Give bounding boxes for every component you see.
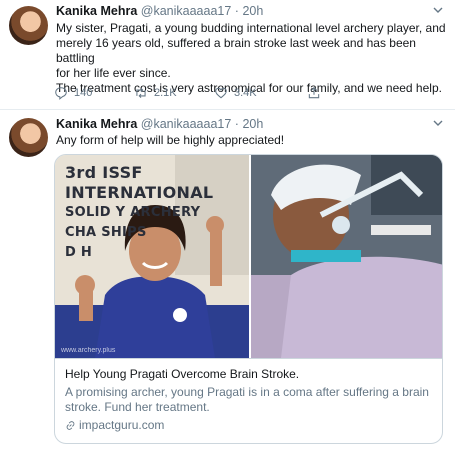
- tweet-1[interactable]: Kanika Mehra @kanikaaaaa17 · 20h My sist…: [0, 0, 455, 110]
- card-domain-text: impactguru.com: [79, 418, 165, 432]
- poster-line: SOLID Y ARCHERY: [65, 205, 201, 220]
- timestamp[interactable]: 20h: [242, 117, 263, 131]
- tweet-2[interactable]: Kanika Mehra @kanikaaaaa17 · 20h Any for…: [0, 110, 455, 450]
- tweet-actions: 140 2.1K 3.4K: [54, 86, 384, 102]
- reply-count: 140: [74, 87, 93, 99]
- avatar[interactable]: [9, 6, 48, 45]
- card-description: A promising archer, young Pragati is in …: [65, 385, 434, 415]
- share-button[interactable]: [307, 86, 321, 100]
- author-handle[interactable]: @kanikaaaaa17: [141, 4, 232, 18]
- reply-button[interactable]: 140: [54, 86, 92, 100]
- like-icon: [215, 87, 227, 99]
- retweet-button[interactable]: 2.1K: [134, 86, 177, 100]
- like-button[interactable]: 3.4K: [214, 86, 257, 100]
- chevron-down-icon[interactable]: [433, 119, 443, 129]
- card-image[interactable]: 3rd ISSF INTERNATIONAL SOLID Y ARCHERY C…: [55, 155, 442, 358]
- separator: ·: [234, 117, 239, 131]
- timestamp[interactable]: 20h: [242, 4, 263, 18]
- link-card[interactable]: 3rd ISSF INTERNATIONAL SOLID Y ARCHERY C…: [54, 154, 443, 444]
- poster-line: INTERNATIONAL: [65, 183, 214, 202]
- hospital-photo-art: [251, 155, 442, 358]
- tweet-text-line: merely 16 years old, suffered a brain st…: [56, 36, 416, 65]
- author-handle[interactable]: @kanikaaaaa17: [141, 117, 232, 131]
- avatar[interactable]: [9, 118, 48, 157]
- retweet-count: 2.1K: [154, 87, 177, 99]
- retweet-icon: [136, 87, 146, 99]
- like-count: 3.4K: [234, 87, 257, 99]
- author-name[interactable]: Kanika Mehra: [56, 4, 137, 18]
- poster-line: D H: [65, 245, 93, 260]
- tweet-text-line: for her life ever since.: [56, 66, 171, 80]
- tweet-text: My sister, Pragati, a young budding inte…: [56, 21, 448, 96]
- tweet-text-line: My sister, Pragati, a young budding inte…: [56, 21, 446, 35]
- reply-icon: [55, 87, 67, 100]
- link-icon: [66, 421, 75, 430]
- hospital-photo: [251, 155, 442, 358]
- card-title[interactable]: Help Young Pragati Overcome Brain Stroke…: [65, 367, 434, 382]
- card-description-line: A promising archer, young Pragati is in …: [65, 385, 429, 399]
- poster-line: 3rd ISSF: [65, 163, 143, 182]
- tweet-text: Any form of help will be highly apprecia…: [56, 133, 285, 147]
- poster-text: 3rd ISSF INTERNATIONAL SOLID Y ARCHERY C…: [65, 163, 213, 263]
- card-description-line: stroke. Fund her treatment.: [65, 400, 210, 414]
- card-domain[interactable]: impactguru.com: [65, 418, 434, 433]
- separator: ·: [234, 4, 239, 18]
- photo-watermark: www.archery.plus: [61, 347, 116, 354]
- chevron-down-icon[interactable]: [433, 6, 443, 16]
- tweet-header: Kanika Mehra @kanikaaaaa17 · 20h: [56, 117, 263, 132]
- archery-photo: 3rd ISSF INTERNATIONAL SOLID Y ARCHERY C…: [55, 155, 249, 358]
- poster-line: CHA SHIPS: [65, 225, 147, 240]
- share-icon: [308, 87, 320, 99]
- author-name[interactable]: Kanika Mehra: [56, 117, 137, 131]
- card-body[interactable]: Help Young Pragati Overcome Brain Stroke…: [55, 358, 442, 443]
- tweet-header: Kanika Mehra @kanikaaaaa17 · 20h: [56, 4, 263, 19]
